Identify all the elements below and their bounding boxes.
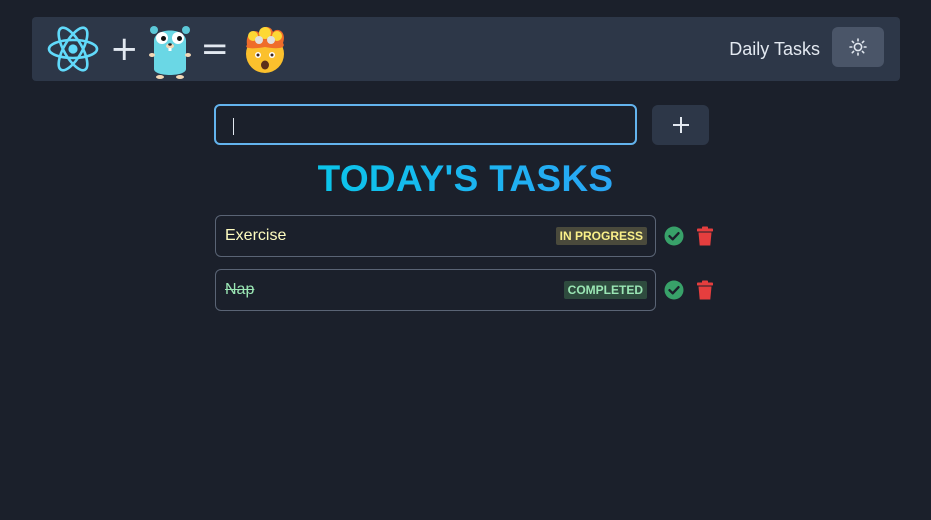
- navbar: + = Daily Tasks: [32, 17, 900, 81]
- task-row: Exercise IN PROGRESS: [215, 215, 656, 257]
- theme-toggle-button[interactable]: [832, 27, 884, 67]
- new-task-input[interactable]: [214, 104, 637, 145]
- plus-icon: [672, 117, 689, 133]
- check-circle-icon[interactable]: [664, 280, 684, 300]
- check-circle-icon[interactable]: [664, 226, 684, 246]
- page-heading: TODAY'S TASKS: [317, 158, 614, 199]
- gopher-icon: [148, 26, 191, 79]
- trash-icon[interactable]: [695, 226, 715, 246]
- text-caret: [233, 118, 234, 135]
- react-icon: [47, 26, 99, 72]
- exploding-head-icon: [246, 26, 284, 73]
- status-badge: IN PROGRESS: [555, 227, 647, 245]
- trash-icon[interactable]: [695, 280, 715, 300]
- task-name: Exercise: [225, 227, 287, 244]
- logo-plus-sign: +: [110, 29, 139, 69]
- add-task-button[interactable]: [652, 105, 709, 145]
- logo-group: + =: [47, 17, 291, 81]
- sun-icon: [849, 38, 867, 56]
- logo-equals-sign: =: [200, 29, 230, 69]
- status-badge: COMPLETED: [563, 281, 647, 299]
- task-row: Nap COMPLETED: [215, 269, 656, 311]
- task-name: Nap: [225, 281, 255, 298]
- app-title: Daily Tasks: [729, 39, 820, 59]
